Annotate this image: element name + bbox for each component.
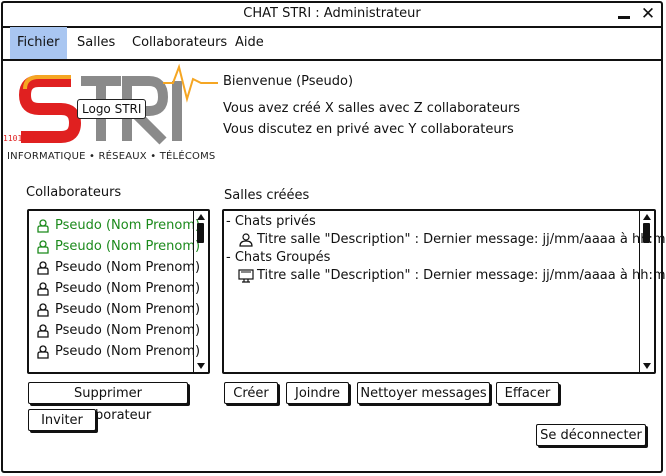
menu-fichier[interactable]: Fichier: [10, 27, 67, 59]
welcome-greeting: Bienvenue (Pseudo): [223, 74, 354, 89]
user-icon: [37, 260, 49, 275]
scroll-down-arrow-icon[interactable]: [643, 363, 651, 369]
logo-binary: 1101100: [3, 134, 37, 143]
collaborator-item[interactable]: Pseudo (Nom Prenom): [37, 343, 200, 361]
user-online-icon: [37, 218, 49, 233]
main-window: CHAT STRI : Administrateur ✕ Fichier Sal…: [1, 1, 666, 473]
welcome-private-summary: Vous discutez en privé avec Y collaborat…: [223, 122, 514, 137]
user-icon: [37, 281, 49, 296]
collaborators-scrollbar[interactable]: [193, 211, 208, 372]
private-room-user-icon: [239, 232, 253, 247]
rooms-scrollbar[interactable]: [639, 211, 654, 372]
collaborator-name: Pseudo (Nom Prenom): [55, 239, 201, 254]
group-chats-header[interactable]: - Chats Groupés: [226, 250, 330, 265]
menu-bar: Fichier Salles Collaborateurs Aide: [3, 27, 661, 61]
user-icon: [37, 323, 49, 338]
minimize-icon[interactable]: [615, 5, 633, 23]
logo-placeholder-label: Logo STRI: [77, 99, 147, 119]
clean-messages-button[interactable]: Nettoyer messages: [357, 382, 490, 404]
logo-tagline: INFORMATIQUE • RÉSEAUX • TÉLÉCOMS: [7, 151, 216, 162]
create-button[interactable]: Créer: [224, 382, 278, 404]
rooms-label: Salles créées: [224, 188, 310, 203]
user-icon: [37, 302, 49, 317]
collaborator-name: Pseudo (Nom Prenom): [55, 281, 201, 296]
collaborator-item[interactable]: Pseudo (Nom Prenom): [37, 238, 200, 256]
logout-button[interactable]: Se déconnecter: [536, 424, 646, 446]
collaborator-name: Pseudo (Nom Prenom): [55, 323, 201, 338]
collaborator-item[interactable]: Pseudo (Nom Prenom): [37, 280, 200, 298]
invite-button[interactable]: Inviter: [28, 409, 96, 431]
private-chats-header[interactable]: - Chats privés: [226, 214, 316, 229]
collaborator-item[interactable]: Pseudo (Nom Prenom): [37, 301, 200, 319]
scroll-up-arrow-icon[interactable]: [197, 214, 205, 220]
user-online-icon: [37, 239, 49, 254]
user-icon: [37, 344, 49, 359]
close-icon[interactable]: ✕: [639, 5, 657, 23]
join-button[interactable]: Joindre: [286, 382, 349, 404]
collaborator-name: Pseudo (Nom Prenom): [55, 260, 201, 275]
room-item-text: Titre salle "Description" : Dernier mess…: [257, 268, 666, 283]
collaborator-item[interactable]: Pseudo (Nom Prenom): [37, 259, 200, 277]
menu-aide[interactable]: Aide: [228, 27, 271, 59]
group-room-monitor-icon: [238, 268, 254, 283]
menu-salles[interactable]: Salles: [70, 27, 122, 59]
menu-collaborateurs[interactable]: Collaborateurs: [125, 27, 234, 59]
welcome-rooms-summary: Vous avez créé X salles avec Z collabora…: [223, 101, 521, 116]
collaborators-list[interactable]: Pseudo (Nom Prenom) Pseudo (Nom Prenom) …: [27, 209, 210, 374]
collaborator-item[interactable]: Pseudo (Nom Prenom): [37, 217, 200, 235]
delete-collaborator-button[interactable]: Supprimer collaborateur: [28, 382, 188, 423]
room-item[interactable]: Titre salle "Description" : Dernier mess…: [238, 232, 666, 247]
collaborators-label: Collaborateurs: [26, 185, 122, 200]
rooms-list[interactable]: - Chats privés Titre salle "Description"…: [222, 209, 666, 374]
room-item[interactable]: Titre salle "Description" : Dernier mess…: [238, 268, 666, 283]
scroll-down-arrow-icon[interactable]: [197, 363, 205, 369]
collaborator-name: Pseudo (Nom Prenom): [55, 344, 201, 359]
room-item-text: Titre salle "Description" : Dernier mess…: [257, 232, 666, 247]
scroll-thumb[interactable]: [197, 223, 204, 243]
collaborator-item[interactable]: Pseudo (Nom Prenom): [37, 322, 200, 340]
title-bar: CHAT STRI : Administrateur ✕: [3, 3, 661, 28]
scroll-up-arrow-icon[interactable]: [643, 214, 651, 220]
scroll-thumb[interactable]: [643, 223, 650, 243]
window-title: CHAT STRI : Administrateur: [243, 6, 421, 21]
collaborator-name: Pseudo (Nom Prenom): [55, 218, 201, 233]
erase-button[interactable]: Effacer: [496, 382, 559, 404]
collaborator-name: Pseudo (Nom Prenom): [55, 302, 201, 317]
